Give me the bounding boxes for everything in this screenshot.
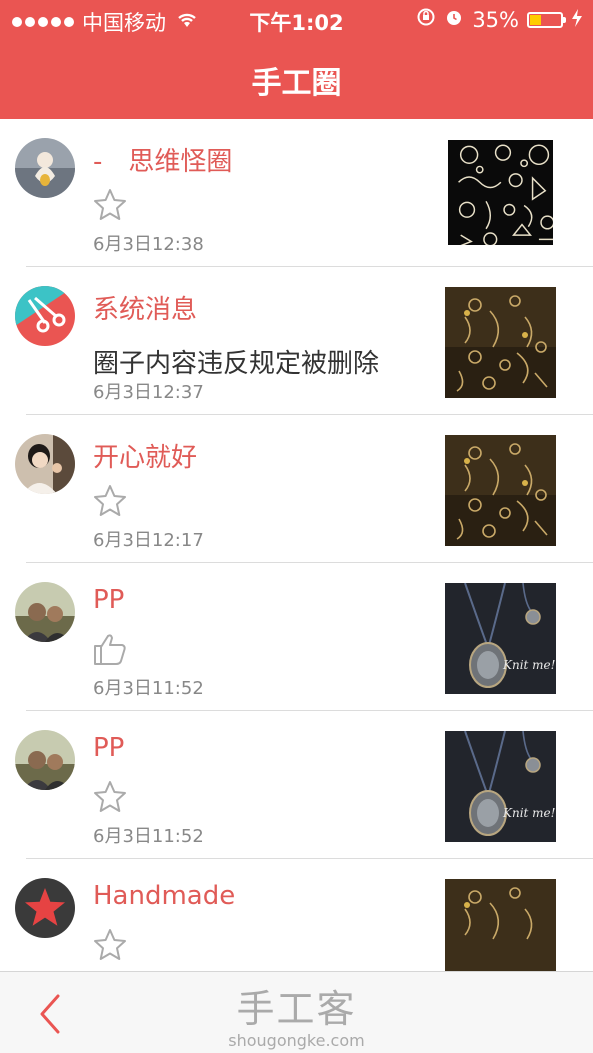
sender-name[interactable]: PP	[93, 585, 124, 615]
message-text: 圈子内容违反规定被删除	[93, 349, 380, 379]
avatar[interactable]	[15, 434, 75, 494]
list-item[interactable]: PP 6月3日11:52 Knit me!	[0, 711, 593, 859]
star-icon	[92, 779, 128, 815]
watermark-url: shougongke.com	[228, 1031, 365, 1050]
list-item[interactable]: - 思维怪圈 6月3日12:38	[0, 119, 593, 267]
timestamp: 6月3日12:17	[93, 530, 204, 551]
list-item[interactable]: 开心就好 6月3日12:17	[0, 415, 593, 563]
post-thumbnail[interactable]: Knit me!	[445, 583, 556, 694]
post-thumbnail[interactable]	[445, 435, 556, 546]
star-icon	[92, 483, 128, 519]
status-bar: 中国移动 下午1:02 35%	[0, 0, 593, 40]
rotation-lock-icon	[416, 7, 436, 32]
timestamp: 6月3日11:52	[93, 678, 204, 699]
page-title: 手工圈	[251, 66, 342, 101]
status-right: 35%	[416, 7, 583, 32]
post-thumbnail[interactable]: Knit me!	[445, 731, 556, 842]
sender-name[interactable]: 系统消息	[93, 289, 197, 326]
timestamp: 6月3日12:37	[93, 382, 204, 403]
post-thumbnail[interactable]	[448, 140, 553, 245]
svg-text:Knit me!: Knit me!	[502, 658, 556, 672]
sender-name[interactable]: PP	[93, 733, 124, 763]
bottom-bar: 手工客 shougongke.com	[0, 971, 593, 1053]
post-thumbnail[interactable]	[445, 879, 556, 971]
list-item[interactable]: Handmade	[0, 859, 593, 971]
sender-name[interactable]: Handmade	[93, 881, 235, 911]
avatar[interactable]	[15, 582, 75, 642]
sender-name[interactable]: - 思维怪圈	[93, 141, 232, 178]
avatar[interactable]	[15, 878, 75, 938]
star-icon	[92, 187, 128, 223]
svg-text:Knit me!: Knit me!	[502, 806, 556, 820]
battery-icon	[527, 11, 566, 28]
watermark-logo: 手工客	[236, 987, 357, 1031]
sender-name[interactable]: 开心就好	[93, 437, 197, 474]
timestamp: 6月3日11:52	[93, 826, 204, 847]
message-list[interactable]: - 思维怪圈 6月3日12:38 系统消息 圈子内容违反规定被删除 6月3日12…	[0, 119, 593, 971]
list-item[interactable]: PP 6月3日11:52 Knit me!	[0, 563, 593, 711]
star-icon	[92, 927, 128, 963]
timestamp: 6月3日12:38	[93, 234, 204, 255]
alarm-icon	[444, 7, 464, 32]
navigation-bar: 手工圈	[0, 40, 593, 119]
avatar[interactable]	[15, 730, 75, 790]
watermark: 手工客 shougongke.com	[0, 978, 593, 1050]
battery-percent: 35%	[472, 7, 519, 32]
avatar[interactable]	[15, 286, 75, 346]
battery-fill	[530, 14, 542, 25]
thumbs-up-icon	[92, 631, 128, 667]
list-item[interactable]: 系统消息 圈子内容违反规定被删除 6月3日12:37	[0, 267, 593, 415]
bolt-icon	[571, 8, 583, 32]
avatar[interactable]	[15, 138, 75, 198]
post-thumbnail[interactable]	[445, 287, 556, 398]
